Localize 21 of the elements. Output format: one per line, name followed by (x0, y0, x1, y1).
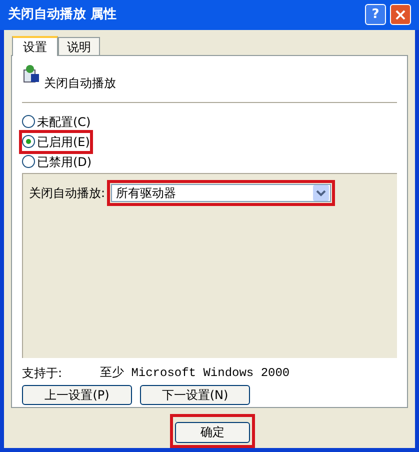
radio-label[interactable]: 已禁用(D) (37, 152, 92, 171)
option-label: 关闭自动播放: (29, 184, 106, 202)
radio-button[interactable] (22, 115, 35, 128)
window-title: 关闭自动播放 属性 (8, 6, 118, 24)
ok-button[interactable]: 确定 (175, 422, 250, 442)
nav-button[interactable]: 下一设置(N) (140, 384, 250, 405)
nav-button[interactable]: 上一设置(P) (22, 384, 132, 405)
close-button[interactable]: × (390, 4, 411, 26)
dropdown-value: 所有驱动器 (115, 184, 178, 202)
tab[interactable]: 设置 (12, 36, 58, 56)
policy-icon (22, 64, 40, 84)
radio-button[interactable] (22, 155, 35, 168)
setting-name: 关闭自动播放 (44, 74, 116, 92)
dropdown[interactable]: 所有驱动器 (111, 184, 332, 202)
tab[interactable]: 说明 (58, 36, 100, 55)
supported-label: 支持于: (22, 364, 64, 382)
help-button[interactable]: ? (365, 4, 386, 26)
supported-value: 至少 Microsoft Windows 2000 (100, 364, 290, 382)
radio-label[interactable]: 已启用(E) (37, 132, 90, 151)
radio-button[interactable] (22, 135, 35, 148)
radio-label[interactable]: 未配置(C) (37, 112, 91, 131)
